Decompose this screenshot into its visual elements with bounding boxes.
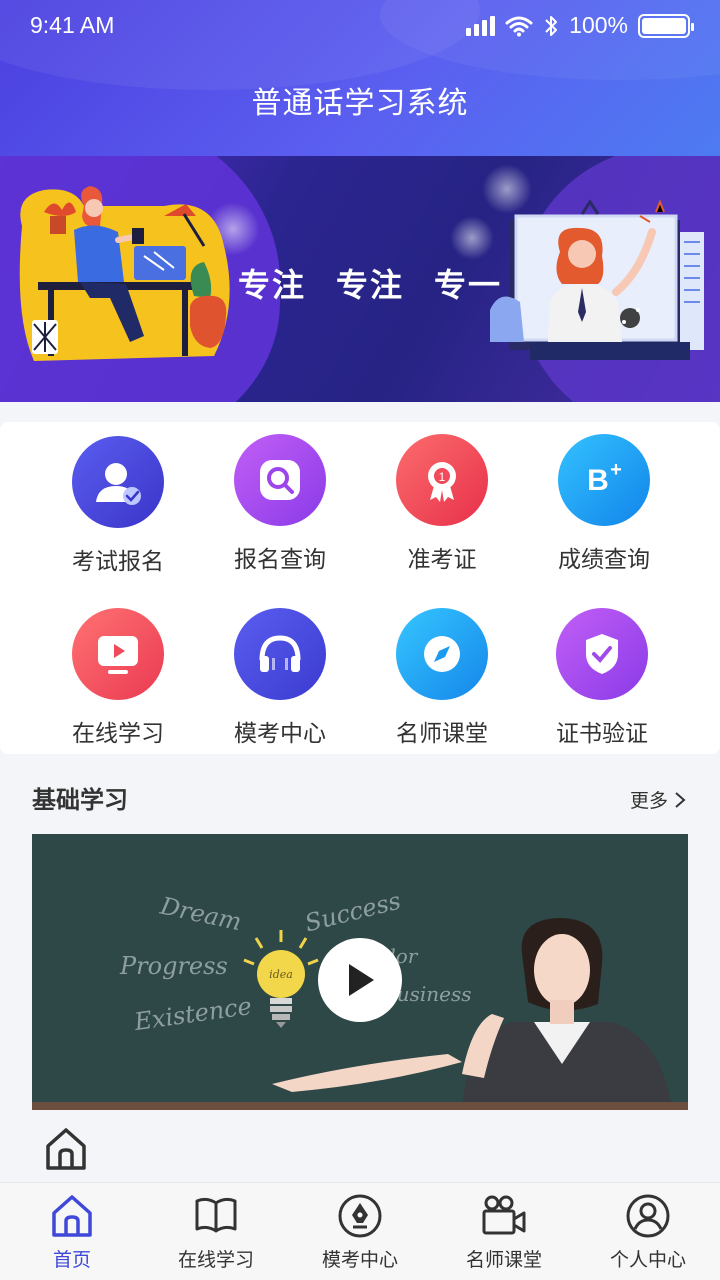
slogan-word: 专注 <box>238 266 307 304</box>
tab-label: 个人中心 <box>609 1249 686 1271</box>
user-check-icon <box>72 436 164 528</box>
bottom-tab-bar: 首页 在线学习 模考中心 名师课堂 个人中心 <box>0 1182 720 1280</box>
tab-label: 名师课堂 <box>465 1249 542 1271</box>
cellular-signal-icon <box>466 15 496 36</box>
chevron-right-icon <box>675 791 686 808</box>
play-icon <box>349 964 374 996</box>
bluetooth-icon <box>545 15 558 36</box>
wifi-icon <box>505 16 533 36</box>
tab-label: 模考中心 <box>321 1249 398 1271</box>
chalk-word: Dream <box>157 891 244 937</box>
home-icon[interactable] <box>44 1126 88 1172</box>
page-title: 普通话学习系统 <box>251 86 469 121</box>
status-time: 9:41 AM <box>30 12 115 38</box>
svg-text:+: + <box>610 459 622 481</box>
book-icon <box>195 1197 237 1233</box>
grid-item-label: 考试报名 <box>72 549 164 575</box>
video-bottom-edge <box>32 1102 688 1110</box>
header: 9:41 AM 100% 普通话学习系统 <box>0 0 720 156</box>
student-desk-illustration <box>19 186 230 361</box>
video-camera-icon <box>482 1195 526 1235</box>
play-button[interactable] <box>318 938 402 1022</box>
svg-text:1: 1 <box>439 470 446 484</box>
grid-item-label: 模考中心 <box>234 721 326 747</box>
more-link[interactable]: 更多 <box>630 786 686 813</box>
slogan-word: 专注 <box>336 266 405 304</box>
promo-banner[interactable]: 专注 专注 专一 <box>0 156 720 402</box>
home-icon <box>52 1195 92 1237</box>
tab-profile[interactable]: 个人中心 <box>576 1183 720 1280</box>
headphones-icon <box>234 608 326 700</box>
grid-item-label: 证书验证 <box>556 721 648 747</box>
grid-item-online-learning[interactable]: 在线学习 <box>38 608 198 748</box>
tab-home[interactable]: 首页 <box>0 1183 144 1280</box>
battery-icon <box>638 13 694 38</box>
grid-item-label: 名师课堂 <box>396 721 488 747</box>
status-right: 100% <box>466 12 694 39</box>
tab-label: 在线学习 <box>177 1249 254 1271</box>
chalk-word: Progress <box>120 952 228 980</box>
ribbon-badge-icon: 1 <box>396 434 488 526</box>
grid-item-famous-teacher[interactable]: 名师课堂 <box>362 608 522 748</box>
tab-famous-teacher[interactable]: 名师课堂 <box>432 1183 576 1280</box>
grid-item-registration-query[interactable]: 报名查询 <box>200 434 360 574</box>
grid-item-mock-exam[interactable]: 模考中心 <box>200 608 360 748</box>
section-title: 基础学习 <box>32 786 128 814</box>
tab-mock-exam[interactable]: 模考中心 <box>288 1183 432 1280</box>
grid-item-certificate-verify[interactable]: 证书验证 <box>522 608 682 748</box>
compass-icon <box>396 608 488 700</box>
shield-check-icon <box>556 608 648 700</box>
light-glow <box>450 216 494 260</box>
status-bar: 9:41 AM 100% <box>0 0 720 52</box>
search-icon <box>234 434 326 526</box>
pen-nib-icon <box>338 1194 382 1238</box>
grid-item-label: 在线学习 <box>72 721 164 747</box>
grid-item-exam-registration[interactable]: 考试报名 <box>38 436 198 576</box>
svg-text:B: B <box>587 464 609 497</box>
grade-b-plus-icon: B + <box>558 434 650 526</box>
grid-item-score-query[interactable]: B + 成绩查询 <box>524 434 684 574</box>
teacher-whiteboard-illustration <box>490 199 704 360</box>
more-label: 更多 <box>629 790 668 812</box>
battery-percent: 100% <box>569 12 628 38</box>
feature-grid: 考试报名 报名查询 1 准考证 B + 成绩查询 在线学习 模考中心 名师课堂 … <box>0 422 720 754</box>
grid-item-label: 报名查询 <box>234 547 326 573</box>
profile-icon <box>626 1194 670 1238</box>
play-screen-icon <box>72 608 164 700</box>
banner-slogan: 专注 专注 专一 <box>238 260 532 306</box>
tab-label: 首页 <box>52 1249 91 1271</box>
grid-item-label: 准考证 <box>407 547 477 573</box>
grid-item-label: 成绩查询 <box>558 547 650 573</box>
grid-item-admission-ticket[interactable]: 1 准考证 <box>362 434 522 574</box>
tab-online-learning[interactable]: 在线学习 <box>144 1183 288 1280</box>
video-thumbnail[interactable]: Dream Success Progress Existence Color B… <box>32 834 688 1110</box>
